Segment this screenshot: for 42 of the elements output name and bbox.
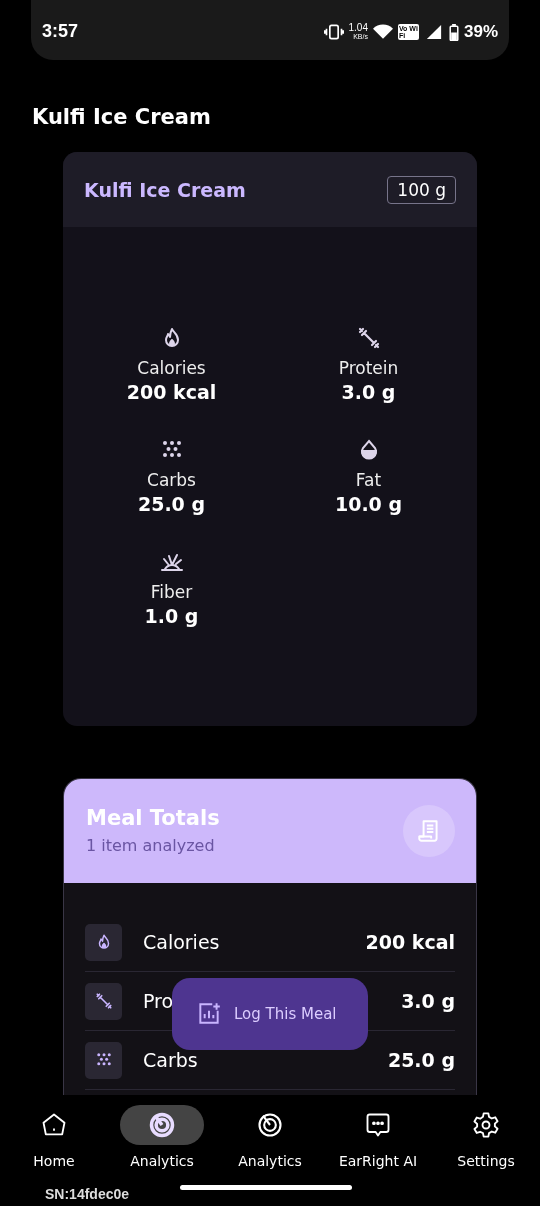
nutrient-label: Protein bbox=[338, 358, 399, 378]
target-icon bbox=[256, 1111, 284, 1139]
receipt-icon bbox=[403, 805, 455, 857]
vibrate-icon bbox=[323, 24, 344, 40]
nutrient-value: 10.0 g bbox=[334, 493, 403, 515]
row-value: 25.0 g bbox=[387, 1049, 455, 1071]
nutrient-label: Fat bbox=[355, 470, 382, 490]
card-subtitle: 1 item analyzed bbox=[86, 835, 216, 855]
nutrient-value: 1.0 g bbox=[144, 605, 199, 627]
card-title: Meal Totals bbox=[86, 805, 220, 830]
nav-tab[interactable]: EarRight AI bbox=[326, 1105, 430, 1179]
clock: 3:57 bbox=[42, 21, 79, 42]
food-name: Kulfi Ice Cream bbox=[84, 178, 246, 201]
nutrient-label: Carbs bbox=[147, 470, 196, 490]
speed-value: 1.04 bbox=[348, 23, 368, 33]
row-label: Pro bbox=[143, 990, 175, 1012]
nav-tab[interactable]: Home bbox=[2, 1105, 106, 1179]
row-value: 3.0 g bbox=[401, 990, 455, 1012]
settings-icon bbox=[472, 1111, 500, 1139]
serial-number: SN:14fdec0e bbox=[45, 1186, 130, 1202]
row-value: 200 kcal bbox=[365, 931, 455, 953]
nav-tab[interactable]: Settings bbox=[434, 1105, 538, 1179]
battery-icon bbox=[448, 23, 459, 41]
target-icon bbox=[148, 1111, 176, 1139]
dumbbell-icon bbox=[356, 326, 381, 350]
nav-tab[interactable]: Analytics bbox=[218, 1105, 322, 1179]
row-label: Carbs bbox=[143, 1049, 199, 1071]
row-label: Calories bbox=[143, 931, 221, 953]
nutrient-label: Fiber bbox=[150, 582, 193, 602]
page-title: Kulfi Ice Cream bbox=[32, 104, 212, 130]
dumbbell-icon bbox=[94, 992, 113, 1010]
chat-icon bbox=[364, 1111, 392, 1139]
wifi-icon bbox=[372, 24, 393, 40]
log-meal-button[interactable]: Log This Meal bbox=[172, 978, 368, 1050]
nutrient-label: Calories bbox=[137, 358, 206, 378]
battery-level: 39% bbox=[463, 22, 498, 42]
chart-add-icon bbox=[196, 1001, 222, 1027]
nutrient-value: 200 kcal bbox=[126, 381, 217, 403]
nutrient-value: 3.0 g bbox=[341, 381, 396, 403]
nav-tab[interactable]: Analytics bbox=[110, 1105, 214, 1179]
portion-chip[interactable]: 100 g bbox=[387, 175, 456, 204]
nutrient-value: 25.0 g bbox=[137, 493, 206, 515]
